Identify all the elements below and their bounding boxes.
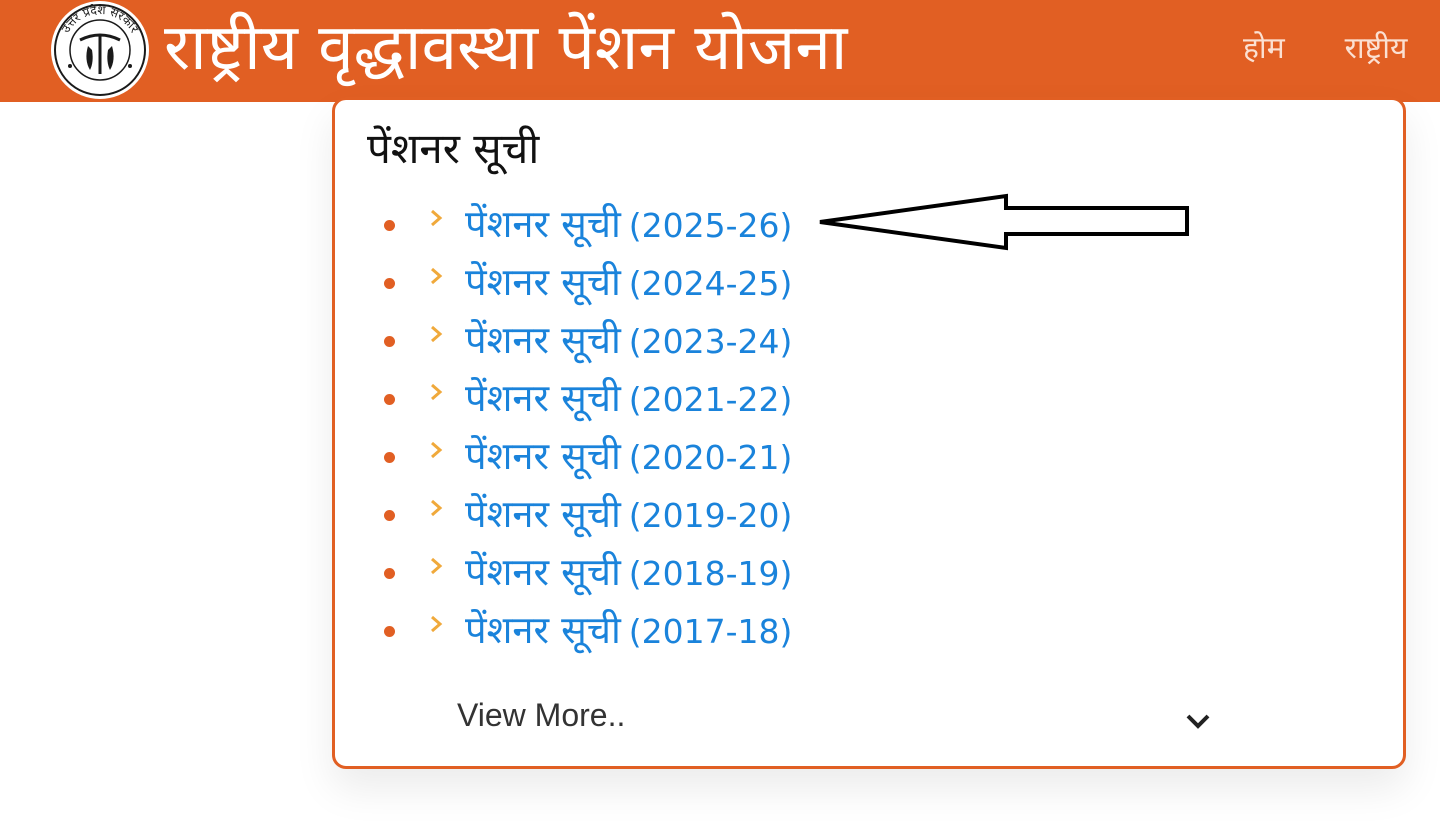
pensioner-list-link[interactable]: पेंशनर सूची (2017-18): [465, 605, 792, 657]
item-year: (2021-22): [628, 380, 793, 419]
bullet-icon: [384, 452, 395, 463]
item-year: (2023-24): [628, 322, 793, 361]
pensioner-list-link[interactable]: पेंशनर सूची (2018-19): [465, 547, 792, 599]
item-year: (2017-18): [628, 612, 793, 651]
item-label: पेंशनर सूची: [465, 376, 621, 420]
item-label: पेंशनर सूची: [465, 318, 621, 362]
chevron-right-icon: [431, 557, 443, 575]
up-government-emblem-logo[interactable]: उत्तर प्रदेश सरकार: [50, 0, 150, 100]
bullet-icon: [384, 220, 395, 231]
item-year: (2025-26): [628, 206, 793, 245]
chevron-right-icon: [431, 325, 443, 343]
bullet-icon: [384, 510, 395, 521]
item-year: (2018-19): [628, 554, 793, 593]
bullet-icon: [384, 626, 395, 637]
item-label: पेंशनर सूची: [465, 260, 621, 304]
site-title: राष्ट्रीय वृद्धावस्था पेंशन योजना: [164, 11, 848, 85]
pensioner-list-link[interactable]: पेंशनर सूची (2021-22): [465, 373, 792, 425]
nav-national-link[interactable]: राष्ट्रीय: [1345, 26, 1408, 72]
item-label: पेंशनर सूची: [465, 434, 621, 478]
list-item: पेंशनर सूची (2023-24): [335, 313, 1035, 371]
item-year: (2020-21): [628, 438, 793, 477]
view-more-link[interactable]: View More..: [457, 690, 625, 740]
chevron-down-icon[interactable]: [1183, 710, 1213, 734]
pensioner-list-link[interactable]: पेंशनर सूची (2024-25): [465, 257, 792, 309]
bullet-icon: [384, 568, 395, 579]
top-nav: होम राष्ट्रीय: [1243, 26, 1407, 72]
left-arrow-icon: [819, 193, 1189, 251]
chevron-right-icon: [431, 383, 443, 401]
bullet-icon: [384, 394, 395, 405]
item-year: (2019-20): [628, 496, 793, 535]
item-label: पेंशनर सूची: [465, 550, 621, 594]
site-header: उत्तर प्रदेश सरकार राष्ट्रीय वृद्धावस्था…: [0, 0, 1440, 102]
chevron-right-icon: [431, 267, 443, 285]
list-item: पेंशनर सूची (2024-25): [335, 255, 1035, 313]
list-item: पेंशनर सूची (2021-22): [335, 371, 1035, 429]
pensioner-list-link[interactable]: पेंशनर सूची (2025-26): [465, 199, 792, 251]
chevron-right-icon: [431, 499, 443, 517]
list-item: पेंशनर सूची (2020-21): [335, 429, 1035, 487]
card-title: पेंशनर सूची: [367, 124, 540, 173]
pensioner-list-link[interactable]: पेंशनर सूची (2020-21): [465, 431, 792, 483]
pensioner-list-link[interactable]: पेंशनर सूची (2023-24): [465, 315, 792, 367]
list-item: पेंशनर सूची (2019-20): [335, 487, 1035, 545]
item-label: पेंशनर सूची: [465, 608, 621, 652]
chevron-right-icon: [431, 441, 443, 459]
list-item: पेंशनर सूची (2018-19): [335, 545, 1035, 603]
list-item: पेंशनर सूची (2017-18): [335, 603, 1035, 661]
item-label: पेंशनर सूची: [465, 202, 621, 246]
nav-home-link[interactable]: होम: [1243, 26, 1285, 72]
item-label: पेंशनर सूची: [465, 492, 621, 536]
pensioner-list-link[interactable]: पेंशनर सूची (2019-20): [465, 489, 792, 541]
bullet-icon: [384, 336, 395, 347]
chevron-right-icon: [431, 209, 443, 227]
bullet-icon: [384, 278, 395, 289]
chevron-right-icon: [431, 615, 443, 633]
item-year: (2024-25): [628, 264, 793, 303]
